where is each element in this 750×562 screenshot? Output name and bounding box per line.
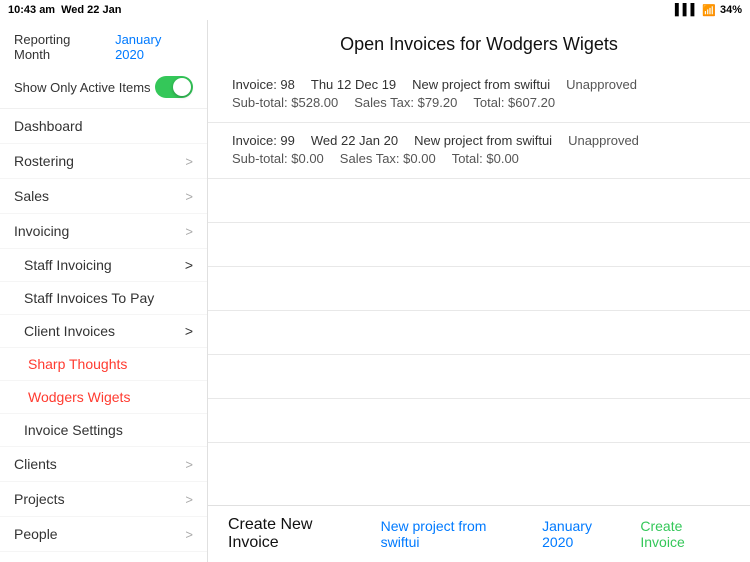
month-link[interactable]: January 2020 [542,518,626,550]
battery-icon: 34% [720,4,742,16]
sidebar-item-label: Wodgers Wigets [28,389,130,405]
sidebar-item-label: Invoice Settings [24,422,123,438]
invoice-subtotal: Sub-total: $528.00 [232,95,338,110]
chevron-right-icon: > [185,457,193,472]
invoice-subtotal: Sub-total: $0.00 [232,151,324,166]
invoice-description: New project from swiftui [414,133,552,148]
invoice-sales-tax: Sales Tax: $0.00 [340,151,436,166]
empty-row-3 [208,267,750,311]
wifi-icon: 📶 [702,4,716,17]
sidebar-item-client-invoices[interactable]: Client Invoices > [0,315,207,348]
sidebar-item-invoice-settings[interactable]: Invoice Settings [0,414,207,447]
sidebar-item-label: Sales [14,188,49,204]
sidebar-item-label: Client Invoices [24,323,115,339]
invoice-status: Unapproved [568,133,639,148]
sidebar-item-rostering[interactable]: Rostering > [0,144,207,179]
sidebar-item-sales[interactable]: Sales > [0,179,207,214]
show-active-toggle[interactable] [155,76,193,98]
empty-row-4 [208,311,750,355]
sidebar-item-wodgers-wigets[interactable]: Wodgers Wigets [0,381,207,414]
invoice-total: Total: $607.20 [473,95,555,110]
sidebar-item-staff-invoices-to-pay[interactable]: Staff Invoices To Pay [0,282,207,315]
bottom-bar: Create New Invoice New project from swif… [208,505,750,562]
sidebar-item-reports[interactable]: Reports > [0,552,207,562]
invoice-total: Total: $0.00 [452,151,519,166]
empty-row-2 [208,223,750,267]
sidebar-item-people[interactable]: People > [0,517,207,552]
chevron-right-icon: > [185,527,193,542]
sidebar-item-label: Invoicing [14,223,69,239]
sidebar-item-label: Staff Invoices To Pay [24,290,154,306]
signal-icon: ▌▌▌ [675,4,698,16]
invoice-description: New project from swiftui [412,77,550,92]
chevron-right-icon: > [185,154,193,169]
invoice-row1: Invoice: 98 Thu 12 Dec 19 New project fr… [232,77,726,92]
app-container: Reporting Month January 2020 Show Only A… [0,20,750,562]
create-invoice-title: Create New Invoice [228,516,367,552]
reporting-month-label: Reporting Month [14,32,109,62]
invoice-block-2: Invoice: 99 Wed 22 Jan 20 New project fr… [208,123,750,179]
sidebar-item-staff-invoicing[interactable]: Staff Invoicing > [0,249,207,282]
invoice-date: Wed 22 Jan 20 [311,133,398,148]
chevron-right-icon: > [185,189,193,204]
toggle-knob [173,78,191,96]
sidebar-item-label: Rostering [14,153,74,169]
invoice-row1: Invoice: 99 Wed 22 Jan 20 New project fr… [232,133,726,148]
sidebar: Reporting Month January 2020 Show Only A… [0,20,208,562]
sidebar-item-sharp-thoughts[interactable]: Sharp Thoughts [0,348,207,381]
sidebar-item-label: Clients [14,456,57,472]
invoice-block-1: Invoice: 98 Thu 12 Dec 19 New project fr… [208,67,750,123]
invoice-sales-tax: Sales Tax: $79.20 [354,95,457,110]
sidebar-top: Reporting Month January 2020 Show Only A… [0,20,207,109]
reporting-month-value[interactable]: January 2020 [115,32,193,62]
status-bar: 10:43 am Wed 22 Jan ▌▌▌ 📶 34% [0,0,750,20]
status-date: Wed 22 Jan [61,4,121,16]
invoice-row2: Sub-total: $0.00 Sales Tax: $0.00 Total:… [232,151,726,166]
invoice-date: Thu 12 Dec 19 [311,77,396,92]
chevron-right-icon: > [185,224,193,239]
chevron-right-icon: > [185,492,193,507]
sidebar-item-dashboard[interactable]: Dashboard [0,109,207,144]
sidebar-item-label: People [14,526,58,542]
invoice-number[interactable]: Invoice: 99 [232,133,295,148]
show-active-label: Show Only Active Items [14,80,151,95]
sidebar-item-projects[interactable]: Projects > [0,482,207,517]
empty-row-1 [208,179,750,223]
sidebar-item-invoicing[interactable]: Invoicing > [0,214,207,249]
status-icons: ▌▌▌ 📶 34% [675,4,742,17]
status-time: 10:43 am [8,4,55,16]
sidebar-item-label: Dashboard [14,118,83,134]
invoice-status: Unapproved [566,77,637,92]
chevron-right-icon: > [185,323,193,339]
create-invoice-link[interactable]: Create Invoice [640,518,730,550]
sidebar-item-label: Sharp Thoughts [28,356,127,372]
sidebar-item-clients[interactable]: Clients > [0,447,207,482]
show-active-row: Show Only Active Items [14,76,193,98]
nav-section: Dashboard Rostering > Sales > Invoicing … [0,109,207,562]
invoice-row2: Sub-total: $528.00 Sales Tax: $79.20 Tot… [232,95,726,110]
page-title: Open Invoices for Wodgers Wigets [208,20,750,67]
sidebar-item-label: Projects [14,491,65,507]
empty-row-5 [208,355,750,399]
reporting-month-row: Reporting Month January 2020 [14,32,193,62]
chevron-right-icon: > [185,257,193,273]
sidebar-item-label: Staff Invoicing [24,257,112,273]
invoice-number[interactable]: Invoice: 98 [232,77,295,92]
main-content: Open Invoices for Wodgers Wigets Invoice… [208,20,750,562]
project-link[interactable]: New project from swiftui [381,518,529,550]
empty-row-6 [208,399,750,443]
